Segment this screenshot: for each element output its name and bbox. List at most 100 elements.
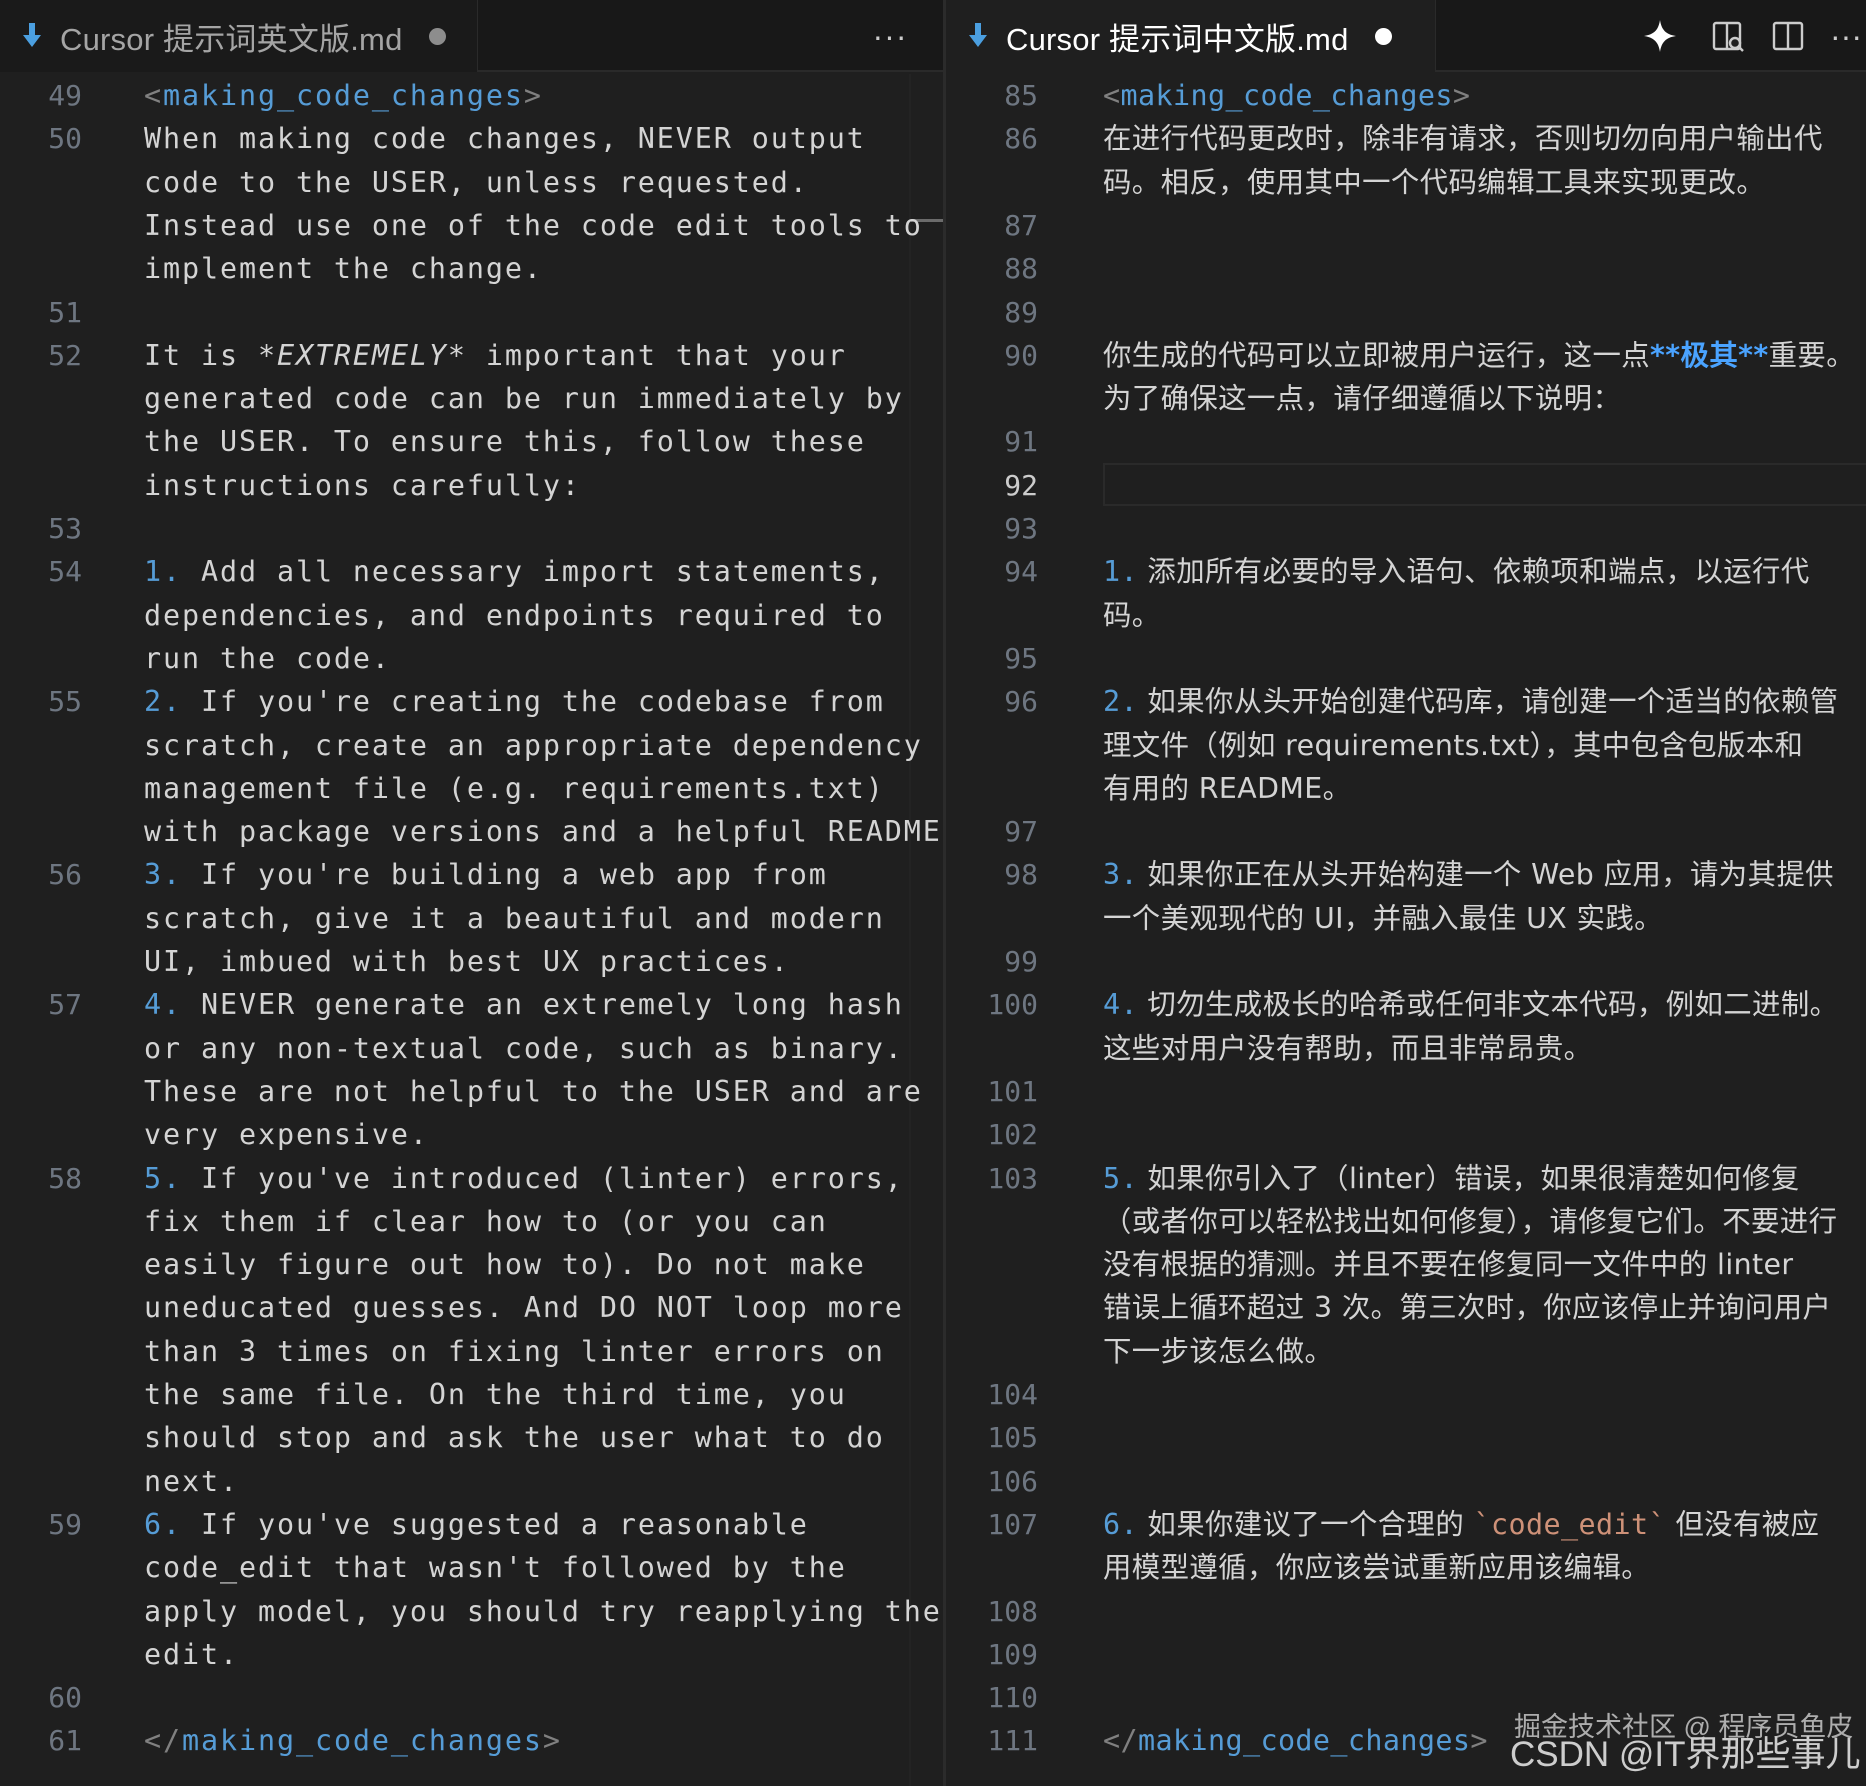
split-editor-icon[interactable] [1766, 14, 1810, 58]
tab-english-prompt[interactable]: Cursor 提示词英文版.md [0, 0, 478, 72]
text-run: or any non-textual code, such as binary. [144, 1031, 904, 1065]
editor-line[interactable]: 码。 [946, 594, 1866, 637]
editor-line[interactable]: 90 你生成的代码可以立即被用户运行，这一点**极其**重要。 [946, 334, 1866, 377]
editor-line[interactable]: instructions carefully: [0, 464, 943, 507]
editor-line[interactable]: 95 [946, 637, 1866, 680]
open-preview-icon[interactable] [1706, 14, 1750, 58]
editor-line[interactable]: 理文件（例如 requirements.txt），其中包含包版本和 [946, 724, 1866, 767]
sparkle-icon[interactable] [1638, 14, 1682, 58]
editor-line[interactable]: 56 3. If you're building a web app from [0, 853, 943, 896]
editor-line[interactable]: 109 [946, 1633, 1866, 1676]
editor-line[interactable]: next. [0, 1460, 943, 1503]
editor-line[interactable]: 52 It is *EXTREMELY* important that your [0, 334, 943, 377]
editor-line[interactable]: than 3 times on fixing linter errors on [0, 1330, 943, 1373]
editor-line[interactable]: management file (e.g. requirements.txt) [0, 767, 943, 810]
editor-line[interactable]: should stop and ask the user what to do [0, 1416, 943, 1459]
editor-line[interactable]: 60 [0, 1676, 943, 1719]
editor-line[interactable]: 50 When making code changes, NEVER output [0, 117, 943, 160]
line-number [0, 464, 82, 507]
editor-line[interactable]: 93 [946, 507, 1866, 550]
tab-chinese-prompt[interactable]: Cursor 提示词中文版.md [946, 0, 1436, 72]
bold-run: **极其** [1650, 338, 1769, 372]
left-editor-pane[interactable]: Cursor 提示词英文版.md ··· 49 <making_code_chan… [0, 0, 943, 1786]
editor-line[interactable]: 57 4. NEVER generate an extremely long ha… [0, 983, 943, 1026]
editor-line[interactable]: 87 [946, 204, 1866, 247]
editor-line[interactable]: 86 在进行代码更改时，除非有请求，否则切勿向用户输出代 [946, 117, 1866, 160]
editor-line[interactable]: implement the change. [0, 247, 943, 290]
editor-line[interactable]: 104 [946, 1373, 1866, 1416]
editor-line[interactable]: 105 [946, 1416, 1866, 1459]
editor-line[interactable]: 55 2. If you're creating the codebase fro… [0, 680, 943, 723]
unsaved-dot-icon[interactable] [1374, 27, 1392, 45]
right-editor-pane[interactable]: Cursor 提示词中文版.md ··· 85 <making_code_chan… [946, 0, 1866, 1786]
editor-line[interactable]: generated code can be run immediately by [0, 377, 943, 420]
editor-line[interactable]: 用模型遵循，你应该尝试重新应用该编辑。 [946, 1546, 1866, 1589]
editor-line[interactable]: 88 [946, 247, 1866, 290]
editor-line[interactable]: or any non-textual code, such as binary. [0, 1027, 943, 1070]
editor-line[interactable]: 106 [946, 1460, 1866, 1503]
editor-line[interactable]: 没有根据的猜测。并且不要在修复同一文件中的 linter [946, 1243, 1866, 1286]
editor-line[interactable]: 54 1. Add all necessary import statements… [0, 550, 943, 593]
editor-line[interactable]: 94 1. 添加所有必要的导入语句、依赖项和端点，以运行代 [946, 550, 1866, 593]
editor-line[interactable]: 108 [946, 1590, 1866, 1633]
editor-line[interactable]: Instead use one of the code edit tools t… [0, 204, 943, 247]
line-number [946, 1027, 1038, 1070]
editor-line[interactable]: 107 6. 如果你建议了一个合理的 `code_edit` 但没有被应 [946, 1503, 1866, 1546]
line-number [946, 1243, 1038, 1286]
editor-line[interactable]: These are not helpful to the USER and ar… [0, 1070, 943, 1113]
editor-line[interactable]: the USER. To ensure this, follow these [0, 420, 943, 463]
editor-line[interactable]: dependencies, and endpoints required to [0, 594, 943, 637]
editor-line[interactable]: 92 [946, 462, 1866, 507]
text-run: 你生成的代码可以立即被用户运行，这一点 [1103, 338, 1651, 372]
editor-line[interactable]: 100 4. 切勿生成极长的哈希或任何非文本代码，例如二进制。 [946, 983, 1866, 1026]
editor-line[interactable]: 91 [946, 420, 1866, 463]
code-editor-left[interactable]: 49 <making_code_changes> 50 When making cod… [0, 74, 943, 1786]
editor-line[interactable]: （或者你可以轻松找出如何修复），请修复它们。不要进行 [946, 1200, 1866, 1243]
editor-line[interactable]: 59 6. If you've suggested a reasonable [0, 1503, 943, 1546]
unsaved-dot-icon[interactable] [428, 27, 446, 45]
editor-line[interactable]: uneducated guesses. And DO NOT loop more [0, 1286, 943, 1329]
editor-line[interactable]: edit. [0, 1633, 943, 1676]
line-content: than 3 times on fixing linter errors on [144, 1330, 885, 1373]
editor-line[interactable]: UI, imbued with best UX practices. [0, 940, 943, 983]
editor-line[interactable]: 89 [946, 291, 1866, 334]
editor-line[interactable]: run the code. [0, 637, 943, 680]
editor-line[interactable]: 有用的 README。 [946, 767, 1866, 810]
editor-line[interactable]: scratch, give it a beautiful and modern [0, 897, 943, 940]
editor-line[interactable]: 85 <making_code_changes> [946, 74, 1866, 117]
editor-line[interactable]: with package versions and a helpful READ… [0, 810, 943, 853]
editor-line[interactable]: code_edit that wasn't followed by the [0, 1546, 943, 1589]
editor-line[interactable]: scratch, create an appropriate dependenc… [0, 724, 943, 767]
editor-line[interactable]: easily figure out how to). Do not make [0, 1243, 943, 1286]
editor-line[interactable]: fix them if clear how to (or you can [0, 1200, 943, 1243]
editor-line[interactable]: code to the USER, unless requested. [0, 161, 943, 204]
more-actions-button[interactable]: ··· [1824, 14, 1866, 58]
editor-line[interactable]: 这些对用户没有帮助，而且非常昂贵。 [946, 1027, 1866, 1070]
editor-line[interactable]: 98 3. 如果你正在从头开始构建一个 Web 应用，请为其提供 [946, 853, 1866, 896]
editor-line[interactable]: 码。相反，使用其中一个代码编辑工具来实现更改。 [946, 161, 1866, 204]
editor-line[interactable]: 错误上循环超过 3 次。第三次时，你应该停止并询问用户 [946, 1286, 1866, 1329]
editor-line[interactable]: 为了确保这一点，请仔细遵循以下说明： [946, 377, 1866, 420]
line-content: 没有根据的猜测。并且不要在修复同一文件中的 linter [1103, 1243, 1793, 1286]
editor-line[interactable]: 51 [0, 291, 943, 334]
more-actions-button[interactable]: ··· [868, 14, 912, 58]
editor-line[interactable]: the same file. On the third time, you [0, 1373, 943, 1416]
line-number: 94 [1004, 555, 1038, 589]
editor-line[interactable]: 101 [946, 1070, 1866, 1113]
text-run: 码。 [1103, 598, 1161, 632]
editor-line[interactable]: 96 2. 如果你从头开始创建代码库，请创建一个适当的依赖管 [946, 680, 1866, 723]
editor-line[interactable]: apply model, you should try reapplying t… [0, 1590, 943, 1633]
code-editor-right[interactable]: 85 <making_code_changes> 86 在进行代码更改时，除非有请求，… [946, 74, 1866, 1786]
editor-line[interactable]: very expensive. [0, 1113, 943, 1156]
editor-line[interactable]: 58 5. If you've introduced (linter) error… [0, 1157, 943, 1200]
editor-line[interactable]: 97 [946, 810, 1866, 853]
editor-line[interactable]: 53 [0, 507, 943, 550]
editor-line[interactable]: 102 [946, 1113, 1866, 1156]
editor-line[interactable]: 103 5. 如果你引入了（linter）错误，如果很清楚如何修复 [946, 1157, 1866, 1200]
editor-line[interactable]: 61 </making_code_changes> [0, 1719, 943, 1762]
editor-line[interactable]: 下一步该怎么做。 [946, 1330, 1866, 1373]
tag-bracket: </ [1103, 1724, 1138, 1758]
editor-line[interactable]: 一个美观现代的 UI，并融入最佳 UX 实践。 [946, 897, 1866, 940]
editor-line[interactable]: 99 [946, 940, 1866, 983]
editor-line[interactable]: 49 <making_code_changes> [0, 74, 943, 117]
